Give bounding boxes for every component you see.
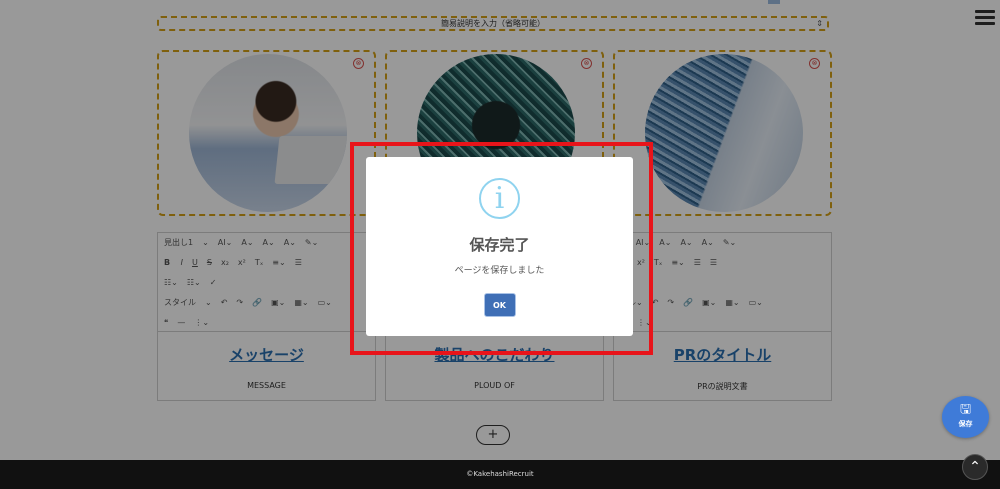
- footer: ©KakehashiRecruit: [0, 460, 1000, 489]
- scroll-to-top-button[interactable]: ⌃: [962, 454, 988, 480]
- copyright-text: ©KakehashiRecruit: [466, 470, 534, 478]
- page: 簡易説明を入力（省略可能） ⇕ ⊗ ⊗ ⊗ 見出し1 ⌄ AI⌄ A⌄ A⌄ A⌄ ✎⌄ B…: [0, 0, 1000, 489]
- save-button[interactable]: 🖫 保存: [942, 396, 989, 438]
- save-button-label: 保存: [958, 420, 973, 428]
- floppy-disk-icon: 🖫: [959, 402, 972, 417]
- chevron-up-icon: ⌃: [969, 459, 981, 475]
- highlight-box: [350, 142, 653, 355]
